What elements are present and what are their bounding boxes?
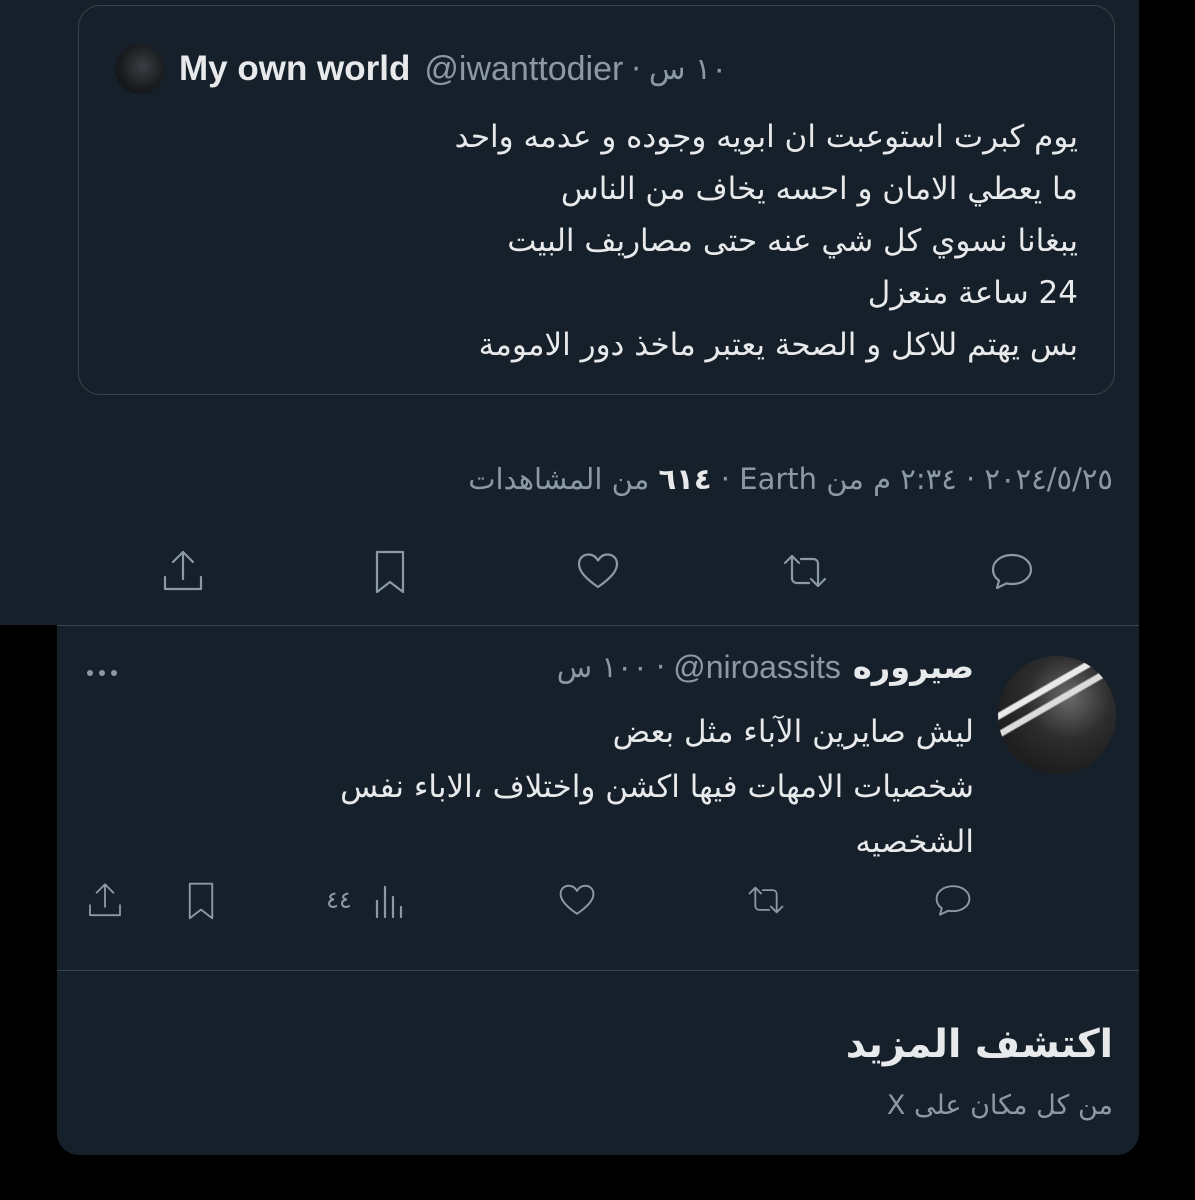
reply-timestamp[interactable]: ١٠٠ س	[557, 650, 648, 684]
reply-author-handle[interactable]: @niroassits	[673, 649, 841, 686]
reply-icon	[991, 553, 1033, 590]
discover-title: اكتشف المزيد	[845, 1022, 1113, 1067]
retweet-button[interactable]	[775, 548, 835, 594]
reply-text-line: الشخصيه	[855, 824, 974, 860]
quoted-text-line: 24 ساعة منعزل	[867, 275, 1078, 311]
like-icon	[559, 884, 595, 915]
reply-author-name[interactable]: صيروره	[853, 648, 974, 686]
reply-divider	[57, 970, 1139, 971]
quoted-author-avatar[interactable]	[115, 44, 165, 94]
tweet-date-source: ٢٠٢٤/٥/٢٥ · ٢:٣٤ م من Earth ·	[711, 462, 1113, 496]
reply-text-line: ليش صايرين الآباء مثل بعض	[612, 714, 974, 750]
share-icon	[163, 550, 203, 591]
tweet-views-number[interactable]: ٦١٤	[658, 462, 711, 496]
reply-button[interactable]	[985, 548, 1039, 594]
more-dot-icon	[87, 670, 93, 676]
bookmark-icon	[375, 550, 405, 594]
like-icon	[577, 553, 619, 589]
reply-text-line: شخصيات الامهات فيها اكشن واختلاف ،الاباء…	[340, 769, 974, 805]
quoted-tweet-text: يوم كبرت استوعبت ان ابويه وجوده و عدمه و…	[178, 111, 1078, 371]
quoted-text-line: بس يهتم للاكل و الصحة يعتبر ماخذ دور الا…	[478, 327, 1078, 363]
quoted-tweet-header: My own world @iwanttodier · ١٠ س	[115, 44, 727, 94]
analytics-icon	[375, 885, 403, 919]
more-dot-icon	[99, 670, 105, 676]
more-dot-icon	[111, 670, 117, 676]
reply-separator: ·	[656, 650, 666, 684]
quoted-separator: ·	[631, 51, 641, 87]
quoted-author-name[interactable]: My own world	[179, 49, 410, 89]
tweet-divider	[57, 625, 1139, 626]
quoted-timestamp[interactable]: ١٠ س	[649, 52, 727, 87]
tweet-meta: ٢٠٢٤/٥/٢٥ · ٢:٣٤ م من Earth · ٦١٤ من الم…	[468, 462, 1113, 496]
quoted-text-line: ما يعطي الامان و احسه يخاف من الناس	[560, 171, 1078, 207]
reply-views-count: ٤٤	[326, 886, 352, 914]
reply-share-button[interactable]	[82, 878, 128, 924]
bookmark-button[interactable]	[364, 546, 416, 598]
share-icon	[89, 883, 121, 917]
retweet-icon	[748, 886, 784, 914]
reply-header: صيروره @niroassits · ١٠٠ س	[557, 648, 974, 686]
quoted-text-line: يوم كبرت استوعبت ان ابويه وجوده و عدمه و…	[454, 119, 1078, 155]
reply-views-button[interactable]	[366, 880, 412, 922]
reply-retweet-button[interactable]	[742, 880, 790, 920]
reply-icon	[935, 885, 971, 916]
more-options-button[interactable]	[82, 655, 122, 691]
like-button[interactable]	[572, 548, 624, 594]
quoted-author-handle[interactable]: @iwanttodier	[424, 50, 623, 89]
reply-bookmark-button[interactable]	[178, 878, 224, 924]
retweet-icon	[783, 554, 827, 588]
quoted-tweet[interactable]: My own world @iwanttodier · ١٠ س يوم كبر…	[78, 5, 1115, 395]
left-background	[0, 0, 57, 625]
bookmark-icon	[188, 882, 214, 920]
reply-text: ليش صايرين الآباء مثل بعض شخصيات الامهات…	[174, 705, 974, 870]
discover-subtitle: من كل مكان على X	[886, 1090, 1113, 1121]
share-button[interactable]	[157, 546, 209, 598]
reply-reply-button[interactable]	[930, 880, 976, 920]
quoted-text-line: يبغانا نسوي كل شي عنه حتى مصاريف البيت	[507, 223, 1078, 259]
reply-author-avatar[interactable]	[998, 656, 1116, 774]
reply-like-button[interactable]	[554, 880, 600, 920]
tweet-views-label: من المشاهدات	[468, 462, 659, 496]
